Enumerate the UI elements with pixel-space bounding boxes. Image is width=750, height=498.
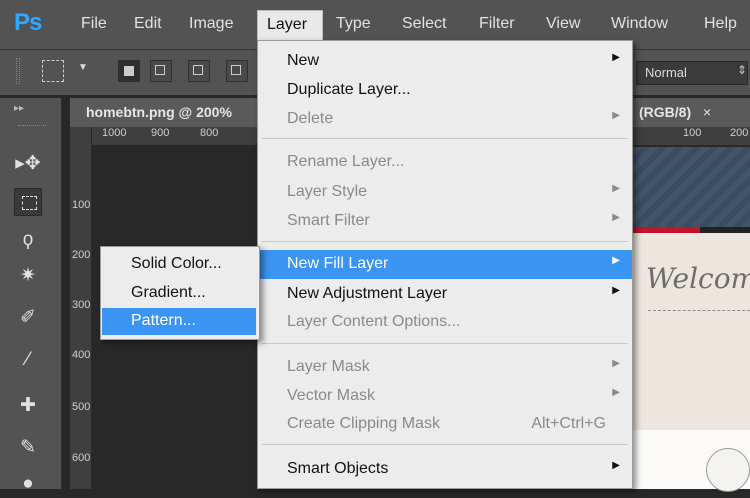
image-dashed-line	[648, 310, 750, 311]
menu-item-label: Delete	[287, 110, 334, 127]
menu-file[interactable]: File	[81, 15, 107, 33]
ruler-vertical-label: 400	[72, 349, 91, 361]
menu-item-label: Layer Style	[287, 183, 368, 200]
submenu-item-pattern[interactable]: Pattern...	[102, 308, 256, 335]
menu-item-label: Smart Objects	[287, 460, 389, 477]
menu-item-delete: Delete ▶	[258, 105, 632, 134]
menu-help[interactable]: Help	[704, 15, 737, 33]
submenu-arrow-icon: ▶	[612, 358, 620, 369]
menu-item-layer-content-options: Layer Content Options...	[258, 308, 632, 337]
menu-edit[interactable]: Edit	[134, 15, 162, 33]
menu-item-layer-mask: Layer Mask ▶	[258, 353, 632, 382]
ruler-vertical-label: 600	[72, 452, 91, 464]
eyedropper-tool-icon[interactable]: ⁄	[14, 346, 42, 374]
marquee-tool-icon[interactable]	[14, 188, 42, 216]
menu-item-smart-filter: Smart Filter ▶	[258, 207, 632, 236]
chevron-down-icon[interactable]: ▼	[78, 62, 88, 73]
crop-tool-icon[interactable]: ✐	[14, 304, 42, 332]
image-dark-band	[700, 227, 750, 233]
new-selection-icon[interactable]	[118, 60, 140, 82]
menu-separator	[262, 444, 628, 445]
ruler-label: 1000	[102, 127, 127, 139]
select-stepper-icon: ⇕	[737, 63, 748, 77]
tab-second[interactable]: (RGB/8) ×	[633, 98, 750, 127]
submenu-arrow-icon: ▶	[612, 387, 620, 398]
submenu-arrow-icon: ▶	[612, 212, 620, 223]
ruler-vertical-label: 100	[72, 199, 91, 211]
menu-layer[interactable]: Layer	[257, 10, 323, 40]
subtract-selection-icon[interactable]	[188, 60, 210, 82]
submenu-item-gradient[interactable]: Gradient...	[102, 280, 256, 307]
ruler-label: 900	[151, 127, 170, 139]
menu-separator	[262, 343, 628, 344]
image-emblem	[706, 448, 750, 492]
menu-item-label: Vector Mask	[287, 387, 376, 404]
submenu-arrow-icon: ▶	[612, 460, 620, 471]
options-grip	[16, 58, 20, 84]
tab-homebtn[interactable]: homebtn.png @ 200%	[70, 98, 260, 127]
intersect-selection-icon[interactable]	[226, 60, 248, 82]
menu-item-label: New Adjustment Layer	[287, 285, 448, 302]
healing-brush-tool-icon[interactable]: ✚	[14, 392, 42, 420]
menu-item-label: New Fill Layer	[287, 255, 389, 272]
ruler-vertical-label: 300	[72, 299, 91, 311]
menu-image[interactable]: Image	[189, 15, 233, 33]
marquee-preset-icon[interactable]	[42, 60, 64, 82]
menu-select[interactable]: Select	[402, 15, 446, 33]
close-icon[interactable]: ×	[703, 104, 711, 120]
tab-second-label: (RGB/8)	[639, 104, 692, 120]
menu-item-rename-layer: Rename Layer...	[258, 148, 632, 177]
menu-type[interactable]: Type	[336, 15, 371, 33]
menu-item-shortcut: Alt+Ctrl+G	[531, 415, 606, 432]
menu-item-vector-mask: Vector Mask ▶	[258, 382, 632, 411]
menu-item-new-adjustment-layer[interactable]: New Adjustment Layer ▶	[258, 280, 632, 309]
brush-tool-icon[interactable]: ✎	[14, 434, 42, 462]
menu-item-create-clipping-mask: Create Clipping Mask Alt+Ctrl+G	[258, 410, 632, 439]
menu-item-label: Layer Content Options...	[287, 313, 461, 330]
menu-item-label: Rename Layer...	[287, 153, 405, 170]
menu-item-new[interactable]: New ▶	[258, 47, 632, 76]
submenu-arrow-icon: ▶	[612, 285, 620, 296]
move-tool-icon[interactable]: ▸✥	[14, 150, 42, 178]
menu-window[interactable]: Window	[611, 15, 668, 33]
menu-item-label: Layer Mask	[287, 358, 370, 375]
submenu-arrow-icon: ▶	[612, 255, 620, 266]
menu-item-duplicate-layer[interactable]: Duplicate Layer...	[258, 76, 632, 105]
menu-separator	[262, 241, 628, 242]
lasso-tool-icon[interactable]: ϙ	[14, 226, 42, 254]
ruler-vertical-label: 500	[72, 401, 91, 413]
blend-mode-select[interactable]: Normal	[636, 61, 748, 85]
submenu-item-solid-color[interactable]: Solid Color...	[102, 251, 256, 278]
menu-item-layer-style: Layer Style ▶	[258, 178, 632, 207]
menu-item-label: New	[287, 52, 320, 69]
ruler-label: 100	[683, 127, 702, 139]
ruler-vertical-label: 200	[72, 249, 91, 261]
menu-item-label: Create Clipping Mask	[287, 415, 440, 432]
submenu-arrow-icon: ▶	[612, 110, 620, 121]
add-selection-icon[interactable]	[150, 60, 172, 82]
menu-item-new-fill-layer[interactable]: New Fill Layer ▶	[258, 250, 632, 279]
magic-wand-tool-icon[interactable]: ✷	[14, 262, 42, 290]
menu-view[interactable]: View	[546, 15, 580, 33]
panel-grip	[18, 125, 46, 126]
collapse-panel-icon[interactable]: ▸▸	[14, 103, 24, 114]
menu-item-label: Duplicate Layer...	[287, 81, 411, 98]
submenu-arrow-icon: ▶	[612, 52, 620, 63]
ruler-label: 800	[200, 127, 219, 139]
menu-filter[interactable]: Filter	[479, 15, 515, 33]
menu-separator	[262, 138, 628, 139]
menu-item-smart-objects[interactable]: Smart Objects ▶	[258, 455, 632, 484]
image-welcome-text: Welcome	[646, 262, 750, 295]
ruler-label: 200	[730, 127, 749, 139]
photoshop-logo: Ps	[14, 9, 42, 36]
menu-item-label: Smart Filter	[287, 212, 370, 229]
submenu-arrow-icon: ▶	[612, 183, 620, 194]
stamp-tool-icon[interactable]: ●	[14, 470, 42, 498]
